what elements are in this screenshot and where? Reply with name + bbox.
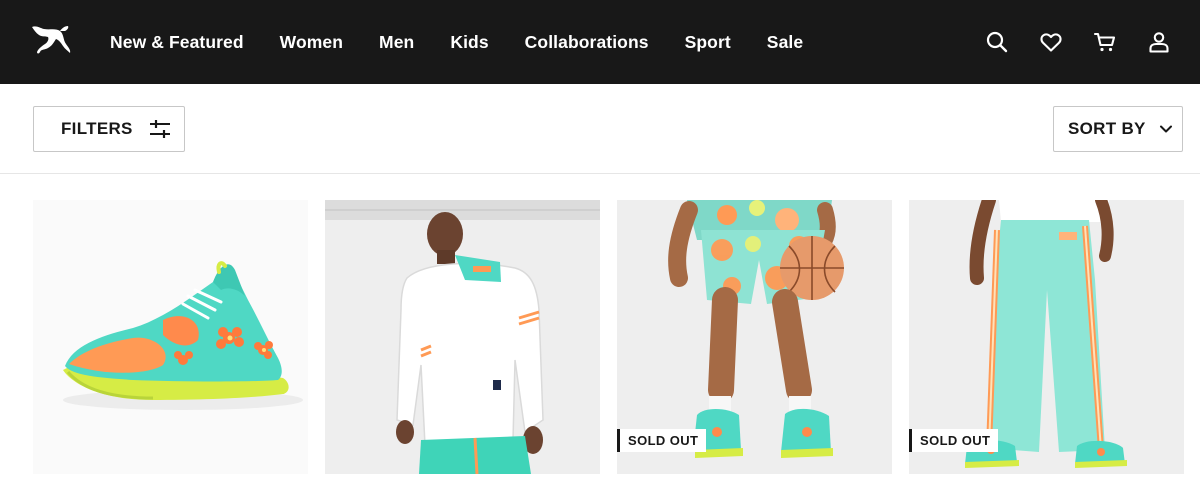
product-card[interactable] <box>33 200 308 474</box>
top-navigation: New & Featured Women Men Kids Collaborat… <box>0 0 1200 84</box>
product-image-jacket <box>325 200 600 474</box>
filters-button[interactable]: FILTERS <box>33 106 185 152</box>
nav-kids[interactable]: Kids <box>450 32 488 53</box>
product-card[interactable]: SOLD OUT <box>909 200 1184 474</box>
product-grid: SOLD OUT SOLD OUT <box>33 200 1184 474</box>
search-icon[interactable] <box>984 29 1010 55</box>
nav-women[interactable]: Women <box>280 32 343 53</box>
product-image-shoe <box>33 200 308 474</box>
nav-collaborations[interactable]: Collaborations <box>525 32 649 53</box>
product-card[interactable]: SOLD OUT <box>617 200 892 474</box>
sliders-icon <box>149 120 170 138</box>
chevron-down-icon <box>1159 125 1172 133</box>
heart-icon[interactable] <box>1038 29 1064 55</box>
sort-by-button[interactable]: SORT BY <box>1053 106 1183 152</box>
nav-new-featured[interactable]: New & Featured <box>110 32 244 53</box>
nav-icon-group <box>956 0 1172 84</box>
cart-icon[interactable] <box>1092 29 1118 55</box>
nav-sale[interactable]: Sale <box>767 32 803 53</box>
puma-logo-icon[interactable] <box>30 22 72 56</box>
product-card[interactable] <box>325 200 600 474</box>
listing-toolbar: FILTERS SORT BY <box>0 84 1200 174</box>
nav-sport[interactable]: Sport <box>685 32 731 53</box>
sold-out-badge: SOLD OUT <box>909 429 999 452</box>
filters-label: FILTERS <box>61 119 133 138</box>
nav-men[interactable]: Men <box>379 32 414 53</box>
user-icon[interactable] <box>1146 29 1172 55</box>
sort-by-label: SORT BY <box>1068 119 1146 138</box>
sold-out-badge: SOLD OUT <box>617 429 707 452</box>
main-nav: New & Featured Women Men Kids Collaborat… <box>110 0 839 84</box>
